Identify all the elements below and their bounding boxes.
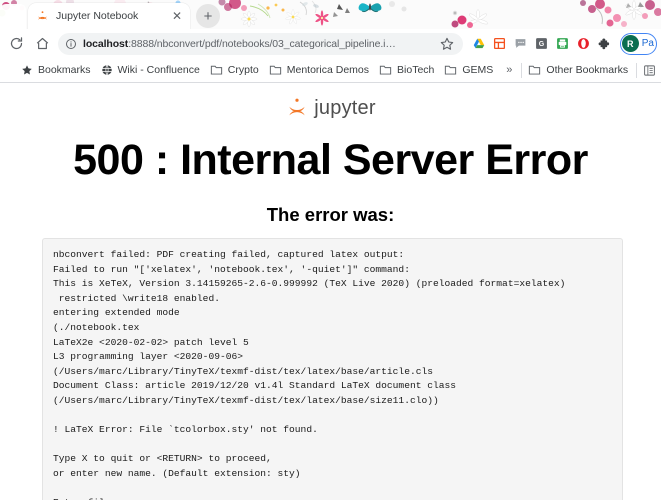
bookmark-item-other-bookmarks[interactable]: Other Bookmarks (524, 62, 634, 78)
jupyter-header: jupyter (0, 83, 661, 129)
bookmark-item-bookmarks[interactable]: Bookmarks (17, 62, 97, 78)
new-tab-button[interactable]: + (196, 4, 220, 28)
address-bar[interactable]: localhost:8888/nbconvert/pdf/notebooks/0… (58, 32, 463, 55)
folder-icon (210, 65, 222, 75)
star-filled-icon (22, 65, 32, 75)
tab-strip: Jupyter Notebook ✕ + (0, 0, 661, 29)
chat-bubble-extension-icon[interactable] (511, 34, 531, 54)
google-drive-extension-icon[interactable] (469, 34, 489, 54)
jupyter-logo[interactable]: jupyter (285, 96, 376, 120)
bookmark-star-icon[interactable] (439, 36, 455, 52)
extensions-row: G (469, 34, 615, 54)
jupyter-favicon (38, 10, 47, 20)
address-bar-url: localhost:8888/nbconvert/pdf/notebooks/0… (83, 38, 435, 50)
bookmark-label: Crypto (227, 64, 259, 76)
reload-icon (10, 37, 22, 50)
reading-list-icon (644, 64, 655, 76)
bookmarks-bar: s Bookmarks Wiki - Confluence Crypto (0, 58, 661, 83)
folder-icon (269, 65, 281, 75)
svg-text:G: G (539, 41, 545, 48)
bookmark-item-gems[interactable]: GEMS (440, 62, 499, 78)
jupyter-wordmark: jupyter (314, 96, 376, 119)
letter-g-badge-icon: G (536, 38, 548, 49)
bookmark-item-biotech[interactable]: BioTech (375, 62, 440, 78)
profile-name: Pa (641, 38, 654, 49)
drive-triangle-icon (473, 38, 485, 48)
bookmark-label: Wiki - Confluence (117, 64, 200, 76)
page-title: 500 : Internal Server Error (73, 136, 588, 184)
bookmark-item-cutoff[interactable]: s (3, 62, 17, 78)
bookmark-item-crypto[interactable]: Crypto (206, 62, 265, 78)
folder-icon (529, 65, 541, 75)
bookmark-label: Mentorica Demos (286, 64, 370, 76)
browser-window: Jupyter Notebook ✕ + localhost:8888/nbco… (0, 0, 661, 500)
bookmark-label: Other Bookmarks (546, 64, 629, 76)
browser-tab-jupyter-notebook[interactable]: Jupyter Notebook ✕ (28, 3, 190, 29)
avatar: R (621, 35, 639, 52)
folder-icon (445, 65, 457, 75)
opera-o-icon (578, 38, 590, 49)
grid-layout-extension-icon[interactable] (490, 34, 510, 54)
grid-icon (494, 37, 506, 50)
printer-save-icon (557, 38, 569, 49)
tab-close-icon[interactable]: ✕ (170, 9, 184, 23)
opera-extension-icon[interactable] (574, 34, 594, 54)
folder-icon (379, 65, 392, 75)
bookmark-label: GEMS (462, 64, 494, 76)
browser-toolbar: localhost:8888/nbconvert/pdf/notebooks/0… (0, 29, 661, 58)
bookmarks-overflow-button[interactable]: » (499, 64, 519, 76)
bookmarks-separator-2 (636, 62, 638, 78)
chat-bubble-icon (515, 39, 526, 48)
home-icon (36, 37, 48, 50)
error-subtitle: The error was: (266, 204, 395, 226)
profile-button[interactable]: R Pa (619, 32, 657, 55)
grammarly-extension-icon[interactable]: G (532, 34, 552, 54)
url-path: :8888/nbconvert/pdf/notebooks/03_categor… (128, 37, 396, 50)
home-button[interactable] (30, 32, 54, 56)
url-host: localhost (83, 37, 129, 50)
globe-icon (101, 65, 112, 75)
puzzle-piece-icon (598, 38, 609, 49)
bookmark-item-wiki-confluence[interactable]: Wiki - Confluence (97, 62, 206, 78)
page-content: jupyter 500 : Internal Server Error The … (0, 83, 661, 500)
jupyter-logo-icon (289, 98, 305, 116)
tab-strip-left-edge (0, 4, 26, 29)
save-to-pocket-extension-icon[interactable] (553, 34, 573, 54)
bookmark-item-mentorica-demos[interactable]: Mentorica Demos (265, 62, 375, 78)
puzzle-extensions-icon[interactable] (595, 34, 615, 54)
bookmark-label: BioTech (397, 64, 435, 76)
site-info-icon[interactable] (65, 38, 77, 50)
reading-list-button[interactable]: R (639, 62, 661, 79)
bookmark-label: Bookmarks (38, 64, 91, 76)
browser-tab-title: Jupyter Notebook (56, 10, 139, 22)
reload-button[interactable] (4, 32, 28, 56)
bookmarks-separator (521, 62, 523, 78)
error-traceback: nbconvert failed: PDF creating failed, c… (42, 238, 623, 500)
